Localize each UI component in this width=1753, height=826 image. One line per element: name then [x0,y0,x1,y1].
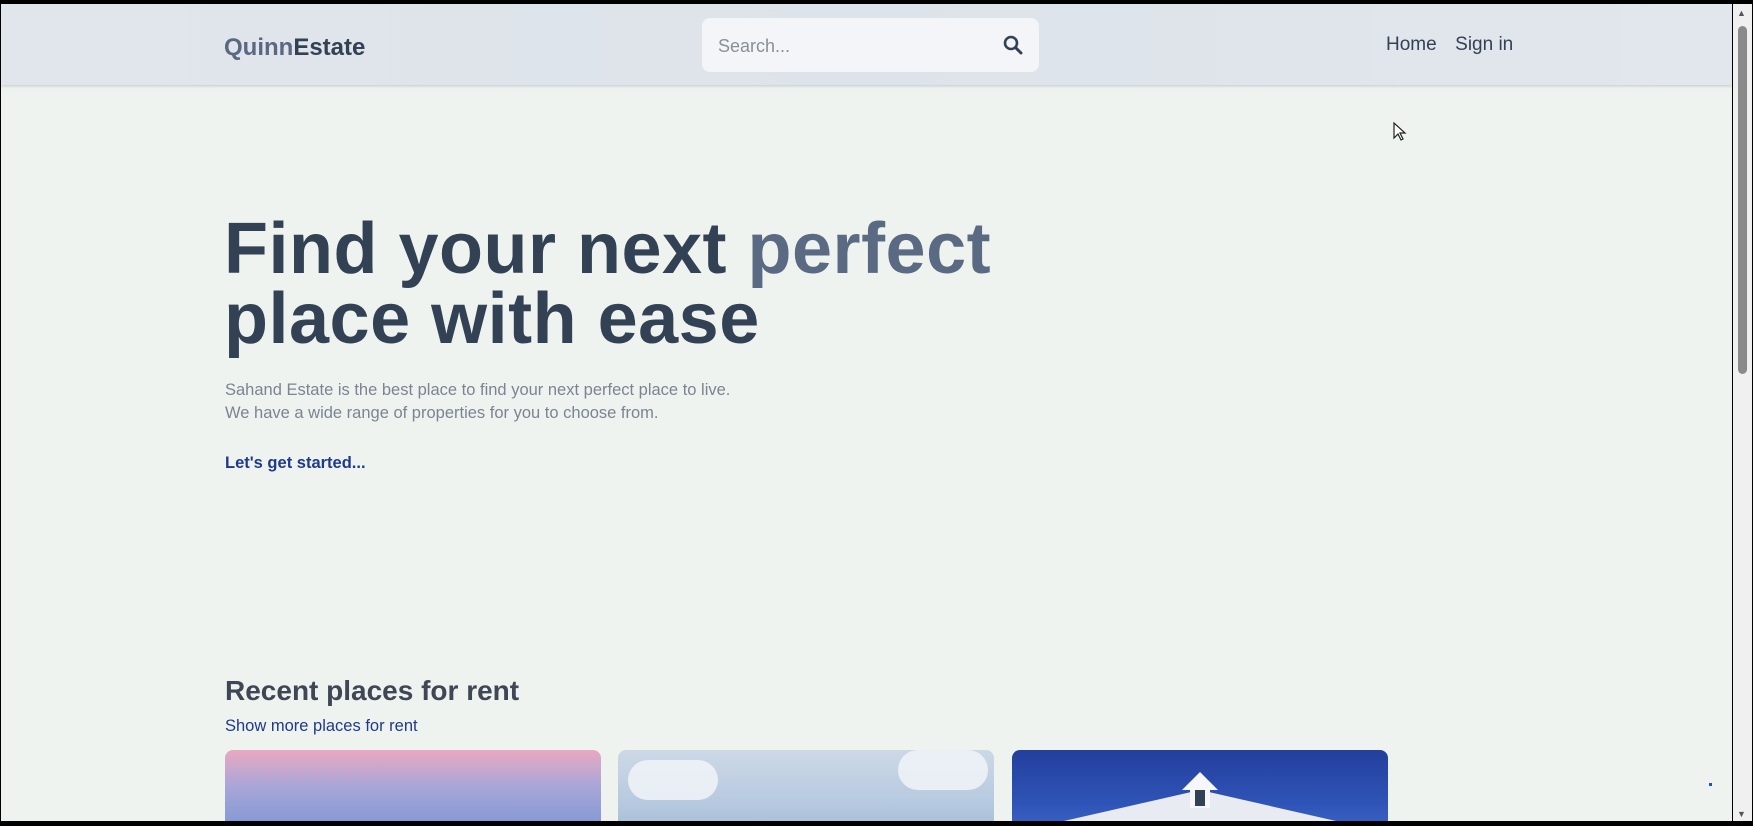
get-started-link[interactable]: Let's get started... [225,454,366,473]
hero-title-highlight: perfect [747,209,992,289]
search-input[interactable] [716,28,990,64]
cursor-icon [1393,121,1407,147]
show-more-rent-link[interactable]: Show more places for rent [225,717,418,736]
nav-home-link[interactable]: Home [1386,34,1437,55]
status-dot [1709,783,1712,786]
scroll-down-icon[interactable]: ▼ [1737,809,1746,819]
page-scrollbar[interactable]: ▲ ▼ [1733,4,1752,821]
hero-subtitle: Sahand Estate is the best place to find … [225,379,825,425]
top-header: QuinnEstate Home Sign in [1,4,1732,85]
hero-subtitle-line1: Sahand Estate is the best place to find … [225,381,731,399]
hero-subtitle-line2: We have a wide range of properties for y… [225,404,659,422]
listing-card-image[interactable] [1012,750,1388,821]
listing-card-image[interactable] [225,750,601,821]
main-nav: Home Sign in [1386,34,1527,56]
scroll-up-icon[interactable]: ▲ [1737,8,1746,18]
scrollbar-thumb[interactable] [1738,26,1747,374]
hero-title-part2: place with ease [224,279,760,359]
house-roof-illustration [1063,772,1337,821]
cloud-shape [898,750,988,790]
page-viewport: QuinnEstate Home Sign in Find your next … [1,4,1732,821]
logo-part-quinn: Quinn [224,34,294,61]
nav-sign-in-link[interactable]: Sign in [1455,34,1513,55]
logo-part-estate: Estate [293,34,366,61]
hero-title: Find your next perfect place with ease [224,213,1124,355]
hero-title-part1: Find your next [224,209,748,289]
recent-places-heading: Recent places for rent [225,675,520,706]
search-box [702,18,1039,72]
cloud-shape [628,760,718,800]
logo[interactable]: QuinnEstate [224,34,365,62]
listing-card-image[interactable] [618,750,994,821]
search-icon[interactable] [1003,35,1023,55]
